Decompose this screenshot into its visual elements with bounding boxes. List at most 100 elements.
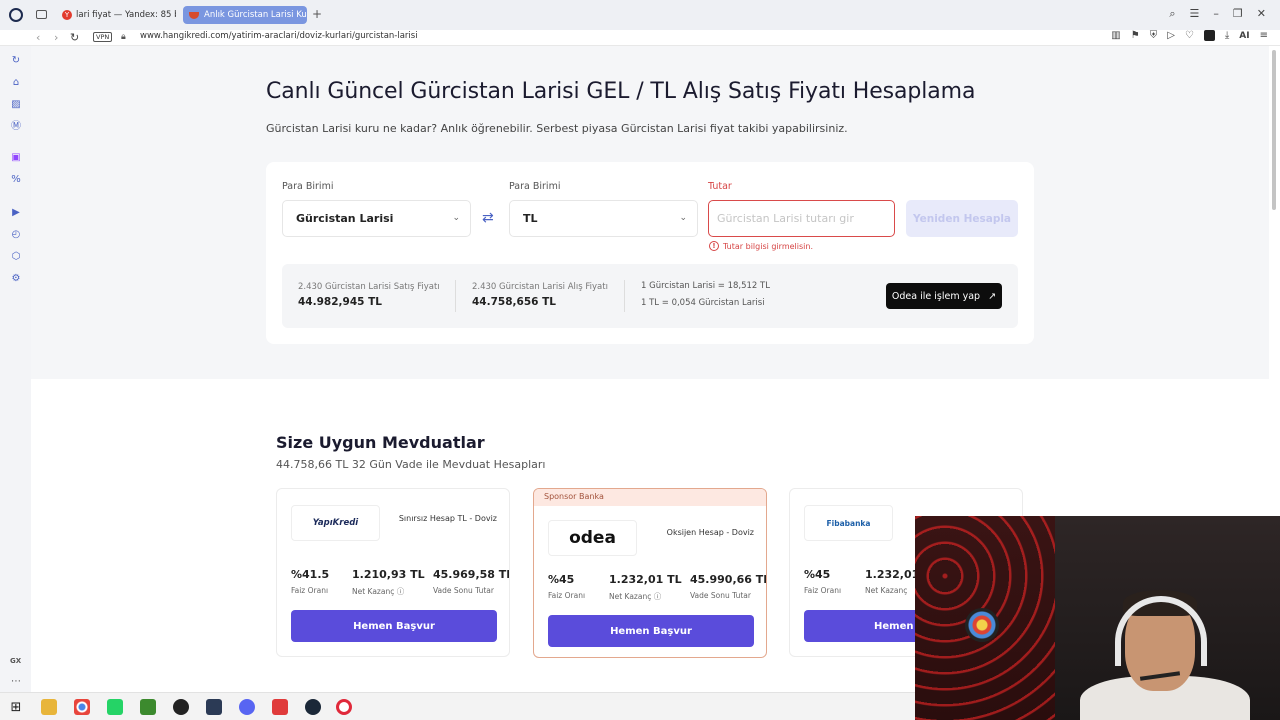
windows-start-icon[interactable]: ⊞ [8,699,24,715]
net-gain: 1.232,01 TL Net Kazanç ⓘ [609,573,682,602]
whatsapp-icon[interactable] [107,699,123,715]
net-gain: 1.210,93 TL Net Kazanç ⓘ [352,568,425,597]
tab-yandex[interactable]: Y lari fiyat — Yandex: 85 bin [56,6,176,24]
bank-name: odea [569,528,616,548]
net-gain-label-wrap: Net Kazanç ⓘ [609,591,682,602]
swap-icon[interactable]: ⇄ [482,210,494,226]
sell-price: 2.430 Gürcistan Larisi Satış Fiyatı 44.9… [298,282,440,308]
menu-icon[interactable]: ≡ [1260,30,1268,41]
file-explorer-icon[interactable] [41,699,57,715]
reload-icon[interactable]: ↻ [70,31,79,44]
opera-gx-icon[interactable] [336,699,352,715]
net-gain-label: Net Kazanç [352,587,395,596]
settings-icon[interactable]: ⚙ [10,273,22,285]
deposits-subtitle: 44.758,66 TL 32 Gün Vade ile Mevduat Hes… [276,458,546,471]
bank-name: Fibabanka [826,518,871,528]
workspace-icon[interactable]: ⌂ [10,77,22,89]
shield-icon[interactable]: ⛨ [1150,30,1158,41]
new-tab-button[interactable]: + [312,8,322,20]
net-gain-label: Net Kazanç [865,586,908,595]
product-name: Sınırsız Hesap TL - Doviz [398,514,497,523]
from-currency-label: Para Birimi [282,181,334,192]
maturity-total-label: Vade Sonu Tutar [433,586,494,595]
minimize-icon[interactable]: – [1213,7,1219,21]
page-subtitle: Gürcistan Larisi kuru ne kadar? Anlık öğ… [266,122,848,135]
bank-name: YapıKredi [312,518,359,528]
steam-icon[interactable] [305,699,321,715]
percent-icon[interactable]: % [10,174,22,186]
aria-ai-icon[interactable]: AI [1239,31,1249,41]
odea-trade-button[interactable]: Odea ile işlem yap ↗ [886,283,1002,309]
error-text: Tutar bilgisi girmelisin. [723,241,813,251]
interest-rate-value: %45 [804,568,831,581]
windows-taskbar: ⊞ [0,692,915,720]
mail-icon[interactable]: Ⓜ [10,121,22,133]
heart-icon[interactable]: ♡ [1185,30,1194,41]
player-icon[interactable]: ▶ [10,207,22,219]
gx-label[interactable]: GX [10,657,21,665]
tab-islands-icon[interactable] [36,10,47,19]
forward-icon[interactable]: › [54,31,58,44]
currency-calculator: Para Birimi Gürcistan Larisi ⌄ ⇄ Para Bi… [266,162,1034,344]
maturity-total: 45.990,66 TL Vade Sonu Tutar [690,573,766,600]
obs-icon[interactable] [206,699,222,715]
arrow-up-right-icon: ↗ [988,290,997,302]
minecraft-icon[interactable] [140,699,156,715]
from-currency-select[interactable]: Gürcistan Larisi ⌄ [282,200,471,237]
maturity-total-value: 45.969,58 TL [433,568,510,581]
tab-hangikredi[interactable]: Anlık Gürcistan Larisi Kuru [183,6,307,24]
info-icon[interactable]: ⓘ [654,592,662,601]
url-field[interactable]: www.hangikredi.com/yatirim-araclari/dovi… [140,31,418,41]
bank-logo: Fibabanka [804,505,893,541]
apply-button[interactable]: Hemen Başvur [548,615,754,647]
interest-rate: %45 Faiz Oranı [548,573,585,600]
net-gain-label-wrap: Net Kazanç ⓘ [352,586,425,597]
net-gain-value: 1.210,93 TL [352,568,425,581]
opera-logo-icon[interactable] [9,8,23,22]
interest-rate-value: %45 [548,573,575,586]
bank-logo: YapıKredi [291,505,380,541]
buy-price: 2.430 Gürcistan Larisi Alış Fiyatı 44.75… [472,282,608,308]
interest-rate-label: Faiz Oranı [291,586,329,595]
maturity-total-label: Vade Sonu Tutar [690,591,751,600]
maturity-total: 45.969,58 TL Vade Sonu Tutar [433,568,510,595]
net-gain-label: Net Kazanç [609,592,652,601]
net-gain-value: 1.232,01 TL [609,573,682,586]
flow-icon[interactable]: ↻ [10,55,22,67]
wallet-icon[interactable]: ▨ [10,99,22,111]
window-controls: ⌕ ☰ – ❐ ✕ [1169,7,1266,21]
to-currency-select[interactable]: TL ⌄ [509,200,698,237]
search-icon[interactable]: ⌕ [1169,7,1175,21]
media-icon[interactable] [272,699,288,715]
download-icon[interactable]: ⤓ [1225,30,1229,41]
twitch-icon[interactable]: ▣ [10,152,22,164]
info-icon[interactable]: ⓘ [397,587,405,596]
back-icon[interactable]: ‹ [36,31,40,44]
extension-icon[interactable] [1203,30,1215,41]
amount-input[interactable] [708,200,895,237]
recalculate-button[interactable]: Yeniden Hesapla [906,200,1018,237]
bookmark-icon[interactable]: ⚑ [1131,30,1140,41]
interest-rate: %45 Faiz Oranı [804,568,841,595]
discord-icon[interactable] [239,699,255,715]
more-icon[interactable]: ⋯ [11,676,21,687]
sell-price-label: 2.430 Gürcistan Larisi Satış Fiyatı [298,282,440,292]
rates-panel: 2.430 Gürcistan Larisi Satış Fiyatı 44.9… [282,264,1018,328]
reader-icon[interactable]: ▥ [1111,30,1120,41]
page-scrollbar[interactable] [1272,50,1276,210]
play-icon[interactable]: ▷ [1167,30,1175,41]
deposit-card: YapıKredi Sınırsız Hesap TL - Doviz %41.… [276,488,510,657]
app-icon[interactable] [173,699,189,715]
chrome-icon[interactable] [74,699,90,715]
restore-icon[interactable]: ❐ [1233,7,1243,21]
history-icon[interactable]: ◴ [10,229,22,241]
close-icon[interactable]: ✕ [1257,7,1266,21]
vpn-badge[interactable]: VPN [93,32,113,42]
buy-price-label: 2.430 Gürcistan Larisi Alış Fiyatı [472,282,608,292]
net-gain: 1.232,01 Net Kazanç [865,568,919,595]
apply-button[interactable]: Hemen Başvur [291,610,497,642]
tabs-icon[interactable]: ☰ [1190,7,1200,21]
amount-error: ! Tutar bilgisi girmelisin. [709,241,813,251]
pinboard-icon[interactable]: ⬡ [10,251,22,263]
lock-icon[interactable]: 🔒︎ [121,32,126,42]
